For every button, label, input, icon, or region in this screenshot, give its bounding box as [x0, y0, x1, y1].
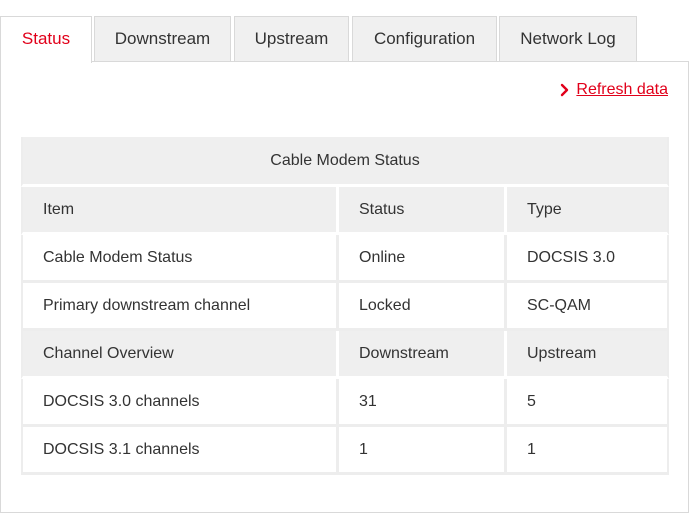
cell-upstream-count: 5	[507, 379, 669, 427]
column-header-status: Status	[339, 187, 507, 235]
cell-item: Cable Modem Status	[21, 235, 339, 283]
status-panel: Refresh data Cable Modem Status Item Sta…	[0, 61, 689, 513]
tab-configuration[interactable]: Configuration	[352, 16, 497, 62]
column-header-channel-overview: Channel Overview	[21, 331, 339, 379]
table-caption-row: Cable Modem Status	[21, 137, 669, 187]
tab-upstream[interactable]: Upstream	[234, 16, 349, 62]
column-header-upstream: Upstream	[507, 331, 669, 379]
table-row: DOCSIS 3.0 channels 31 5	[21, 379, 669, 427]
tab-network-log[interactable]: Network Log	[499, 16, 637, 62]
refresh-data-label: Refresh data	[576, 81, 668, 98]
cell-downstream-count: 1	[339, 427, 507, 475]
column-header-downstream: Downstream	[339, 331, 507, 379]
column-header-type: Type	[507, 187, 669, 235]
tab-downstream[interactable]: Downstream	[94, 16, 231, 62]
tab-status[interactable]: Status	[0, 16, 92, 63]
table-row: Primary downstream channel Locked SC-QAM	[21, 283, 669, 331]
page: Status Downstream Upstream Configuration…	[0, 0, 689, 514]
table-row: Cable Modem Status Online DOCSIS 3.0	[21, 235, 669, 283]
tab-bar: Status Downstream Upstream Configuration…	[0, 16, 689, 63]
cable-modem-status-table: Cable Modem Status Item Status Type Cabl…	[21, 137, 669, 475]
table-header-row: Item Status Type	[21, 187, 669, 235]
cell-status: Online	[339, 235, 507, 283]
cell-upstream-count: 1	[507, 427, 669, 475]
table-caption: Cable Modem Status	[21, 137, 669, 187]
cell-channel-type: DOCSIS 3.0 channels	[21, 379, 339, 427]
chevron-right-icon	[558, 83, 572, 97]
cell-type: DOCSIS 3.0	[507, 235, 669, 283]
cell-channel-type: DOCSIS 3.1 channels	[21, 427, 339, 475]
cell-item: Primary downstream channel	[21, 283, 339, 331]
cell-type: SC-QAM	[507, 283, 669, 331]
refresh-data-link[interactable]: Refresh data	[558, 81, 668, 99]
table-row: DOCSIS 3.1 channels 1 1	[21, 427, 669, 475]
column-header-item: Item	[21, 187, 339, 235]
channel-overview-header-row: Channel Overview Downstream Upstream	[21, 331, 669, 379]
cell-downstream-count: 31	[339, 379, 507, 427]
cell-status: Locked	[339, 283, 507, 331]
